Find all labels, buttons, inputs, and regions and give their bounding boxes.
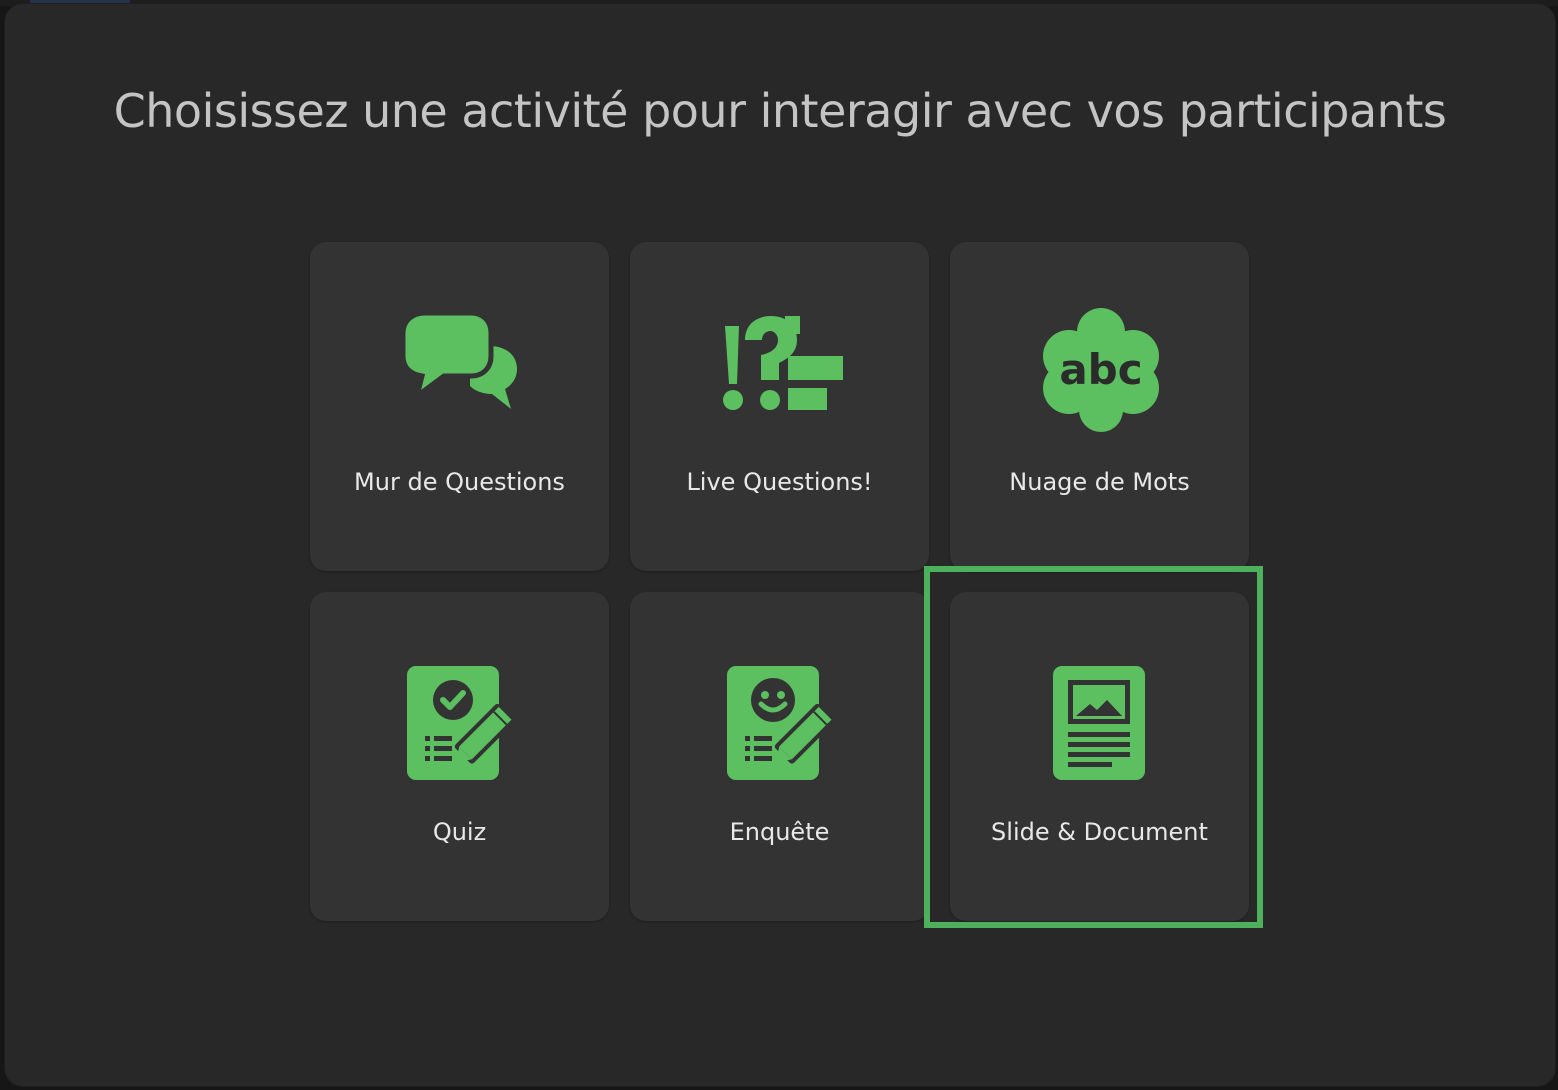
activity-card-slide-document[interactable]: Slide & Document [950,592,1249,921]
activity-picker-dialog: Choisissez une activité pour interagir a… [5,4,1555,1086]
activity-label: Mur de Questions [354,468,565,496]
activity-label: Live Questions! [686,468,873,496]
survey-smiley-icon [630,656,929,786]
quiz-checklist-icon [310,656,609,786]
activity-label: Nuage de Mots [1009,468,1190,496]
slide-document-icon [950,656,1249,786]
svg-text:abc: abc [1059,345,1142,394]
dialog-title: Choisissez une activité pour interagir a… [113,84,1447,138]
activity-card-quiz[interactable]: Quiz [310,592,609,921]
activity-card-enquete[interactable]: Enquête [630,592,929,921]
activity-card-nuage-de-mots[interactable]: abc Nuage de Mots [950,242,1249,571]
activity-label: Quiz [432,818,487,846]
activity-card-live-questions[interactable]: Live Questions! [630,242,929,571]
activity-grid: Mur de Questions Live Questions! abc Nua… [310,242,1250,922]
chat-bubbles-icon [310,306,609,436]
live-questions-icon [630,306,929,436]
activity-label: Slide & Document [991,818,1208,846]
activity-label: Enquête [729,818,830,846]
word-cloud-icon: abc [950,306,1249,436]
activity-card-mur-de-questions[interactable]: Mur de Questions [310,242,609,571]
